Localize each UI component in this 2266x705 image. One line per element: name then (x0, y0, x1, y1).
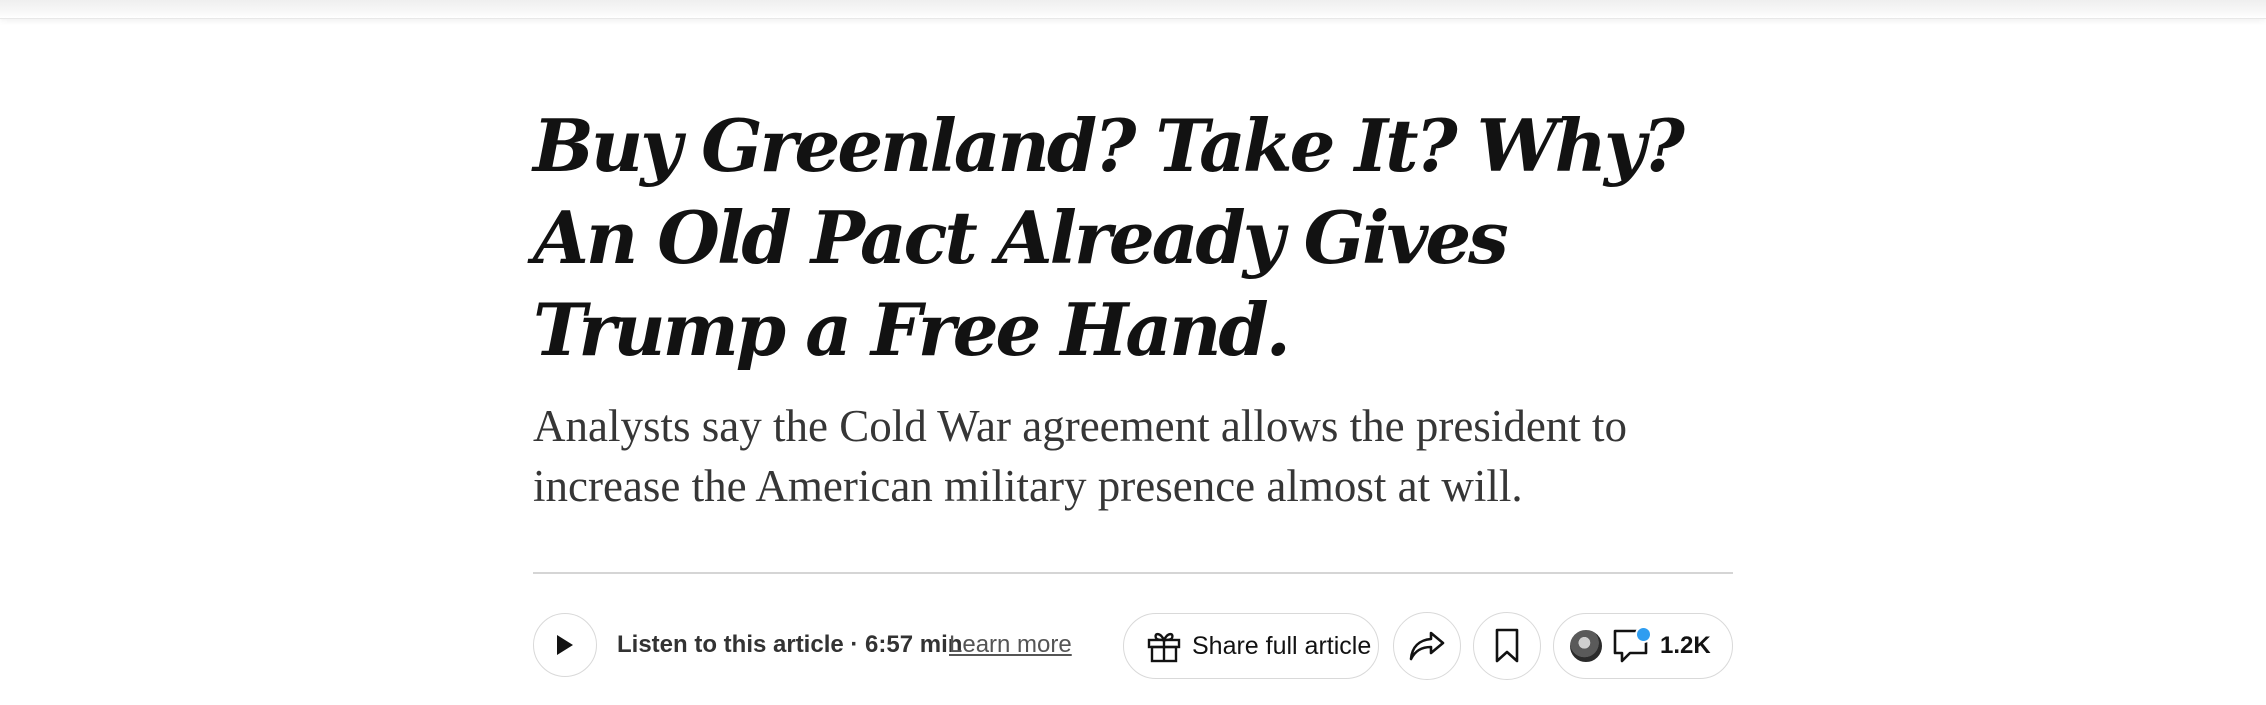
bookmark-icon (1495, 628, 1519, 663)
article-header: Buy Greenland? Take It? Why? An Old Pact… (533, 100, 1733, 376)
share-arrow-icon (1409, 631, 1445, 661)
listen-label: Listen to this article · 6:57 min (617, 631, 963, 658)
headline: Buy Greenland? Take It? Why? An Old Pact… (533, 103, 1685, 372)
article-summary: Analysts say the Cold War agreement allo… (533, 401, 1628, 511)
notification-dot (1635, 626, 1652, 643)
play-audio-button[interactable] (533, 613, 597, 677)
commenter-avatar (1568, 628, 1604, 664)
comment-icon-wrapper (1612, 626, 1652, 666)
top-bar-shadow (0, 0, 2266, 19)
comments-button[interactable]: 1.2K (1553, 613, 1733, 679)
gift-icon (1147, 632, 1181, 663)
bookmark-button[interactable] (1473, 612, 1541, 680)
share-full-article-label: Share full article (1192, 631, 1372, 660)
learn-more-link[interactable]: Learn more (949, 631, 1072, 659)
play-icon (557, 635, 573, 655)
article-toolbar: Listen to this article · 6:57 min Learn … (533, 612, 1733, 681)
divider (533, 572, 1733, 574)
comment-count: 1.2K (1660, 632, 1711, 659)
share-full-article-button[interactable]: Share full article (1123, 613, 1379, 679)
share-button[interactable] (1393, 612, 1461, 680)
